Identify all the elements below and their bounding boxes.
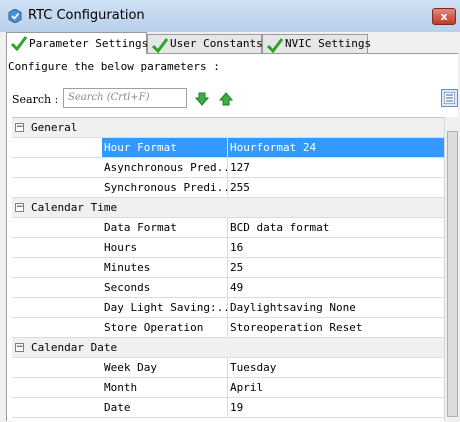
app-icon bbox=[8, 9, 22, 23]
collapse-icon[interactable]: − bbox=[15, 123, 24, 132]
search-input[interactable]: Search (Crtl+F) bbox=[63, 88, 187, 108]
parameter-value[interactable]: 19 bbox=[228, 398, 444, 417]
parameter-name: Date bbox=[102, 398, 228, 417]
view-toggle-button[interactable] bbox=[441, 89, 458, 107]
tab-parameter-settings[interactable]: Parameter Settings bbox=[6, 32, 149, 54]
parameter-value[interactable]: Daylightsaving None bbox=[228, 298, 444, 317]
tab-user-constants[interactable]: User Constants bbox=[147, 34, 263, 53]
table-row[interactable]: Synchronous Predi... 255 bbox=[12, 178, 444, 198]
parameter-name: Hours bbox=[102, 238, 228, 257]
collapse-icon[interactable]: − bbox=[15, 343, 24, 352]
parameter-value[interactable]: 127 bbox=[228, 158, 444, 177]
parameter-name: Month bbox=[102, 378, 228, 397]
table-row[interactable]: Hours 16 bbox=[12, 238, 444, 258]
parameter-value[interactable]: 49 bbox=[228, 278, 444, 297]
checkmark-icon bbox=[266, 38, 284, 53]
parameter-name: Data Format bbox=[102, 218, 228, 237]
title-bar: RTC Configuration x bbox=[0, 0, 460, 32]
collapse-icon[interactable]: − bbox=[15, 203, 24, 212]
table-row[interactable]: Week Day Tuesday bbox=[12, 358, 444, 378]
parameter-value[interactable]: 255 bbox=[228, 178, 444, 197]
tab-nvic-settings[interactable]: NVIC Settings bbox=[262, 34, 372, 53]
parameter-name: Minutes bbox=[102, 258, 228, 277]
parameter-value[interactable]: 25 bbox=[228, 258, 444, 277]
group-label: General bbox=[31, 121, 78, 134]
parameter-name: Synchronous Predi... bbox=[102, 178, 228, 197]
arrow-up-icon[interactable] bbox=[219, 92, 233, 106]
close-button[interactable]: x bbox=[432, 8, 456, 25]
table-row[interactable]: Date 19 bbox=[12, 398, 444, 418]
tab-label: User Constants bbox=[170, 37, 263, 50]
checkmark-icon bbox=[151, 38, 169, 53]
group-label: Calendar Date bbox=[31, 341, 118, 354]
parameter-name: Seconds bbox=[102, 278, 228, 297]
table-row[interactable]: Seconds 49 bbox=[12, 278, 444, 298]
parameter-value[interactable]: April bbox=[228, 378, 444, 397]
parameter-name: Day Light Saving:... bbox=[102, 298, 228, 317]
parameter-value[interactable]: Hourformat 24 bbox=[228, 138, 444, 157]
arrow-down-icon[interactable] bbox=[195, 92, 209, 106]
tab-label: Parameter Settings bbox=[29, 37, 149, 50]
parameter-grid: − General Hour Format Hourformat 24 Asyn… bbox=[12, 117, 444, 422]
tab-label: NVIC Settings bbox=[285, 37, 372, 50]
group-row-calendar-date[interactable]: − Calendar Date bbox=[12, 338, 444, 358]
list-view-icon bbox=[444, 92, 455, 104]
instruction-text: Configure the below parameters : bbox=[8, 60, 220, 73]
table-row[interactable]: Store Operation Storeoperation Reset bbox=[12, 318, 444, 338]
table-row[interactable]: Day Light Saving:... Daylightsaving None bbox=[12, 298, 444, 318]
parameter-name: Hour Format bbox=[102, 138, 228, 157]
parameter-name: Asynchronous Pred... bbox=[102, 158, 228, 177]
table-row[interactable]: Minutes 25 bbox=[12, 258, 444, 278]
parameter-name: Store Operation bbox=[102, 318, 228, 337]
table-row[interactable]: Month April bbox=[12, 378, 444, 398]
parameter-value[interactable]: 16 bbox=[228, 238, 444, 257]
group-row-calendar-time[interactable]: − Calendar Time bbox=[12, 198, 444, 218]
vertical-scrollbar[interactable] bbox=[444, 117, 460, 421]
table-row[interactable]: Asynchronous Pred... 127 bbox=[12, 158, 444, 178]
group-row-general[interactable]: − General bbox=[12, 118, 444, 138]
parameter-value[interactable]: Tuesday bbox=[228, 358, 444, 377]
parameter-value[interactable]: BCD data format bbox=[228, 218, 444, 237]
search-label: Search : bbox=[12, 93, 59, 106]
checkmark-icon bbox=[10, 36, 28, 51]
group-label: Calendar Time bbox=[31, 201, 118, 214]
table-row[interactable]: Data Format BCD data format bbox=[12, 218, 444, 238]
window-title: RTC Configuration bbox=[28, 8, 145, 23]
table-row[interactable]: Hour Format Hourformat 24 bbox=[12, 138, 444, 158]
parameter-name: Week Day bbox=[102, 358, 228, 377]
parameter-value[interactable]: Storeoperation Reset bbox=[228, 318, 444, 337]
scrollbar-thumb[interactable] bbox=[447, 131, 458, 417]
